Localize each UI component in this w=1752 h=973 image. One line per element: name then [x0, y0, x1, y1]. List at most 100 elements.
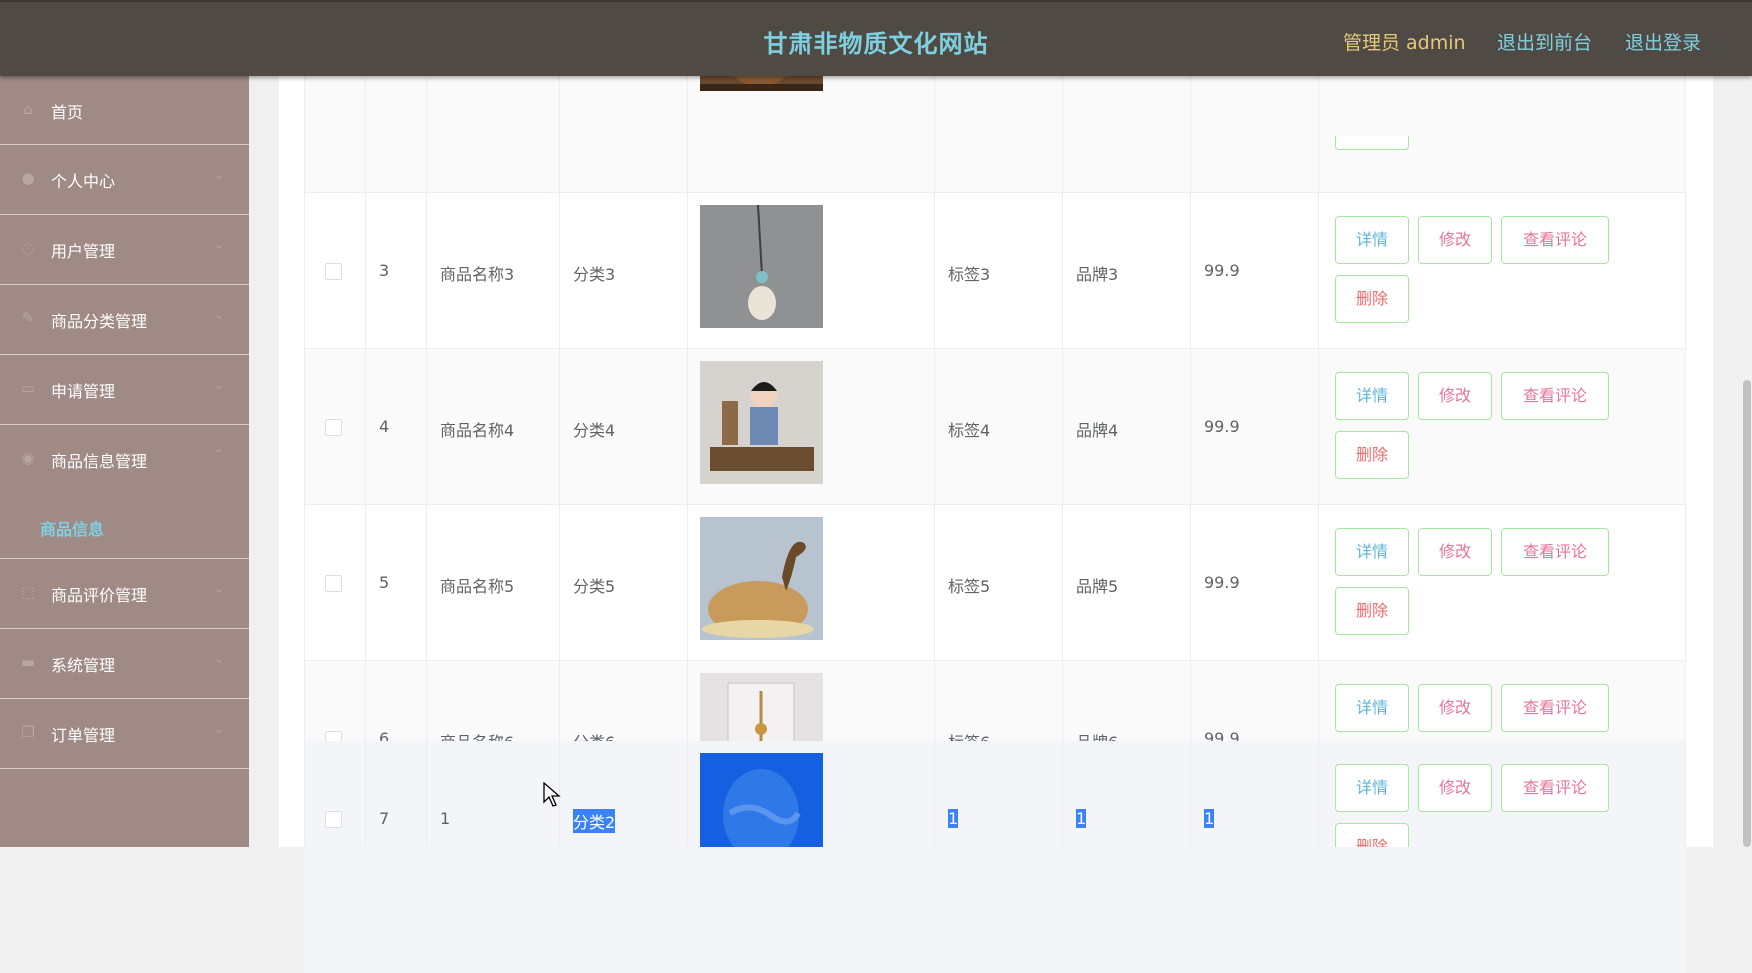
sidebar-item-label: 申请管理 [51, 382, 116, 401]
row-index: 4 [379, 417, 390, 436]
product-category: 分类2 [573, 809, 616, 833]
view-reviews-button[interactable]: 查看评论 [1501, 216, 1609, 264]
product-name: 商品名称3 [440, 265, 515, 284]
main-content: 3 商品名称3 分类3 标签3 品牌3 99.9 详情 修改 查看评论 删除 4… [249, 36, 1752, 973]
sidebar-subitem-product-info[interactable]: 商品信息 [0, 495, 249, 559]
product-image [700, 753, 823, 847]
chevron-down-icon: ⌄ [213, 237, 225, 253]
table-row: 4 商品名称4 分类4 标签4 品牌4 99.9 详情 修改 查看评论 删除 [304, 349, 1686, 505]
detail-button[interactable]: 详情 [1335, 684, 1409, 732]
logout-link[interactable]: 退出登录 [1625, 28, 1701, 55]
detail-button[interactable]: 详情 [1335, 372, 1409, 420]
row-index: 7 [379, 809, 390, 828]
view-reviews-button[interactable]: 查看评论 [1501, 684, 1609, 732]
sidebar-item-product-info-management[interactable]: ◉ 商品信息管理 ⌃ [0, 425, 249, 495]
product-table: 3 商品名称3 分类3 标签3 品牌3 99.9 详情 修改 查看评论 删除 4… [304, 36, 1686, 973]
detail-button[interactable]: 详情 [1335, 528, 1409, 576]
site-title: 甘肃非物质文化网站 [763, 30, 989, 58]
row-checkbox[interactable] [325, 811, 342, 828]
sidebar-item-category-management[interactable]: ✎ 商品分类管理 ⌄ [0, 285, 249, 355]
table-row: 5 商品名称5 分类5 标签5 品牌5 99.9 详情 修改 查看评论 删除 [304, 505, 1686, 661]
sidebar-item-application-management[interactable]: ▭ 申请管理 ⌄ [0, 355, 249, 425]
users-icon: ◌ [21, 239, 35, 257]
product-tag: 标签5 [948, 577, 991, 596]
home-icon: ⌂ [23, 100, 33, 118]
product-price: 99.9 [1204, 573, 1240, 592]
chevron-up-icon: ⌃ [213, 447, 225, 463]
order-icon: ❐ [21, 723, 35, 741]
row-index: 5 [379, 573, 390, 592]
user-icon: ● [21, 169, 35, 187]
table-panel: 3 商品名称3 分类3 标签3 品牌3 99.9 详情 修改 查看评论 删除 4… [279, 36, 1713, 973]
row-checkbox[interactable] [325, 575, 342, 592]
delete-button[interactable]: 删除 [1335, 275, 1409, 323]
sidebar-item-label: 订单管理 [51, 726, 116, 745]
product-tag: 标签4 [948, 421, 991, 440]
sidebar: ⌂ 首页 ● 个人中心 ⌄ ◌ 用户管理 ⌄ ✎ 商品分类管理 ⌄ ▭ 申请管理… [0, 76, 249, 847]
top-header: 甘肃非物质文化网站 管理员 admin 退出到前台 退出登录 [0, 0, 1752, 76]
row-index: 3 [379, 261, 390, 280]
info-icon: ◉ [21, 449, 35, 467]
detail-button-partial[interactable] [1335, 136, 1409, 150]
sidebar-item-label: 商品评价管理 [51, 586, 148, 605]
product-category: 分类4 [573, 421, 616, 440]
sidebar-subitem-label: 商品信息 [40, 520, 105, 539]
sidebar-item-order-management[interactable]: ❐ 订单管理 ⌄ [0, 699, 249, 769]
edit-button[interactable]: 修改 [1418, 372, 1492, 420]
edit-button[interactable]: 修改 [1418, 528, 1492, 576]
view-reviews-button[interactable]: 查看评论 [1501, 764, 1609, 812]
product-category: 分类3 [573, 265, 616, 284]
product-brand: 品牌3 [1076, 265, 1119, 284]
delete-button[interactable]: 删除 [1335, 823, 1409, 847]
product-image [700, 205, 823, 328]
edit-icon: ✎ [21, 309, 35, 327]
sidebar-item-system-management[interactable]: ▬ 系统管理 ⌄ [0, 629, 249, 699]
sidebar-item-review-management[interactable]: ⬚ 商品评价管理 ⌄ [0, 559, 249, 629]
product-price: 99.9 [1204, 261, 1240, 280]
sidebar-item-label: 用户管理 [51, 242, 116, 261]
product-name: 1 [440, 809, 451, 828]
sidebar-item-label: 商品分类管理 [51, 312, 148, 331]
product-brand: 品牌4 [1076, 421, 1119, 440]
product-image [700, 517, 823, 640]
chevron-down-icon: ⌄ [213, 377, 225, 393]
detail-button[interactable]: 详情 [1335, 216, 1409, 264]
product-brand: 品牌5 [1076, 577, 1119, 596]
chevron-down-icon: ⌄ [213, 651, 225, 667]
table-row: 3 商品名称3 分类3 标签3 品牌3 99.9 详情 修改 查看评论 删除 [304, 193, 1686, 349]
product-price: 1 [1204, 809, 1215, 828]
exit-to-front-link[interactable]: 退出到前台 [1497, 28, 1592, 55]
edit-button[interactable]: 修改 [1418, 684, 1492, 732]
sidebar-item-user-management[interactable]: ◌ 用户管理 ⌄ [0, 215, 249, 285]
product-category: 分类5 [573, 577, 616, 596]
view-reviews-button[interactable]: 查看评论 [1501, 372, 1609, 420]
admin-user-label: 管理员 admin [1343, 32, 1466, 54]
sidebar-item-label: 首页 [51, 103, 84, 122]
table-row-last: 7 1 分类2 1 1 1 详情 修改 查看评论 删除 [304, 741, 1686, 847]
delete-button[interactable]: 删除 [1335, 587, 1409, 635]
mouse-cursor-icon [543, 782, 561, 807]
edit-button[interactable]: 修改 [1418, 764, 1492, 812]
detail-button[interactable]: 详情 [1335, 764, 1409, 812]
product-tag: 标签3 [948, 265, 991, 284]
chevron-down-icon: ⌄ [213, 167, 225, 183]
delete-button[interactable]: 删除 [1335, 431, 1409, 479]
edit-button[interactable]: 修改 [1418, 216, 1492, 264]
chevron-down-icon: ⌄ [213, 581, 225, 597]
product-image [700, 361, 823, 484]
row-checkbox[interactable] [325, 263, 342, 280]
chevron-down-icon: ⌄ [213, 721, 225, 737]
product-tag: 1 [948, 809, 959, 828]
product-brand: 1 [1076, 809, 1087, 828]
product-price: 99.9 [1204, 417, 1240, 436]
sidebar-item-home[interactable]: ⌂ 首页 [0, 76, 249, 145]
form-icon: ▭ [20, 379, 36, 397]
product-name: 商品名称4 [440, 421, 515, 440]
sidebar-item-label: 个人中心 [51, 172, 116, 191]
row-checkbox[interactable] [325, 419, 342, 436]
scrollbar-thumb[interactable] [1743, 380, 1751, 847]
sidebar-item-personal-center[interactable]: ● 个人中心 ⌄ [0, 145, 249, 215]
product-name: 商品名称5 [440, 577, 515, 596]
comment-icon: ⬚ [20, 583, 36, 601]
view-reviews-button[interactable]: 查看评论 [1501, 528, 1609, 576]
